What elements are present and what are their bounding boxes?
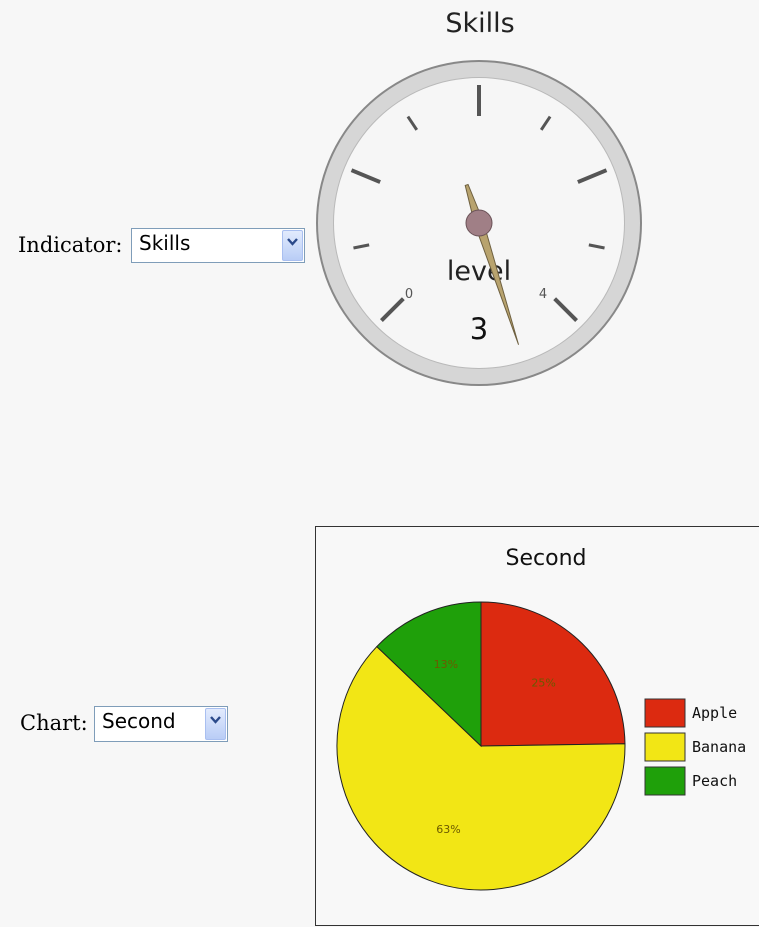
pie-slice-label: 13% (434, 658, 458, 671)
legend-swatch-apple (644, 698, 686, 728)
indicator-select-value: Skills (139, 231, 191, 255)
chart-label: Chart: (20, 711, 88, 735)
gauge-max-label: 4 (539, 287, 547, 302)
pie-chart-panel: Second 25% 63% 13% Apple Banana Peach (315, 526, 759, 926)
skills-gauge: level 3 0 4 (316, 60, 642, 386)
legend-swatch-peach (644, 766, 686, 796)
pie-slice-label: 25% (531, 676, 555, 689)
chart-select-button[interactable] (205, 708, 226, 740)
gauge-hub (465, 209, 493, 237)
gauge-min-label: 0 (405, 287, 413, 302)
chart-select-value: Second (102, 709, 176, 733)
gauge-title: Skills (445, 8, 515, 39)
chart-select[interactable]: Second (94, 706, 228, 742)
indicator-select-button[interactable] (282, 230, 303, 261)
chevron-down-icon (210, 716, 221, 724)
pie-chart: 25% 63% 13% Apple Banana Peach (336, 601, 746, 891)
chevron-down-icon (287, 238, 298, 246)
pie-slice-apple (480, 601, 626, 747)
gauge-value: 3 (470, 312, 488, 346)
gauge-label: level (447, 256, 511, 287)
legend-label: Peach (692, 772, 737, 790)
indicator-select[interactable]: Skills (131, 228, 305, 263)
pie-slice-label: 63% (436, 823, 460, 836)
legend-label: Apple (692, 704, 737, 722)
legend-label: Banana (692, 738, 746, 756)
indicator-label: Indicator: (18, 233, 123, 257)
legend-swatch-banana (644, 732, 686, 762)
